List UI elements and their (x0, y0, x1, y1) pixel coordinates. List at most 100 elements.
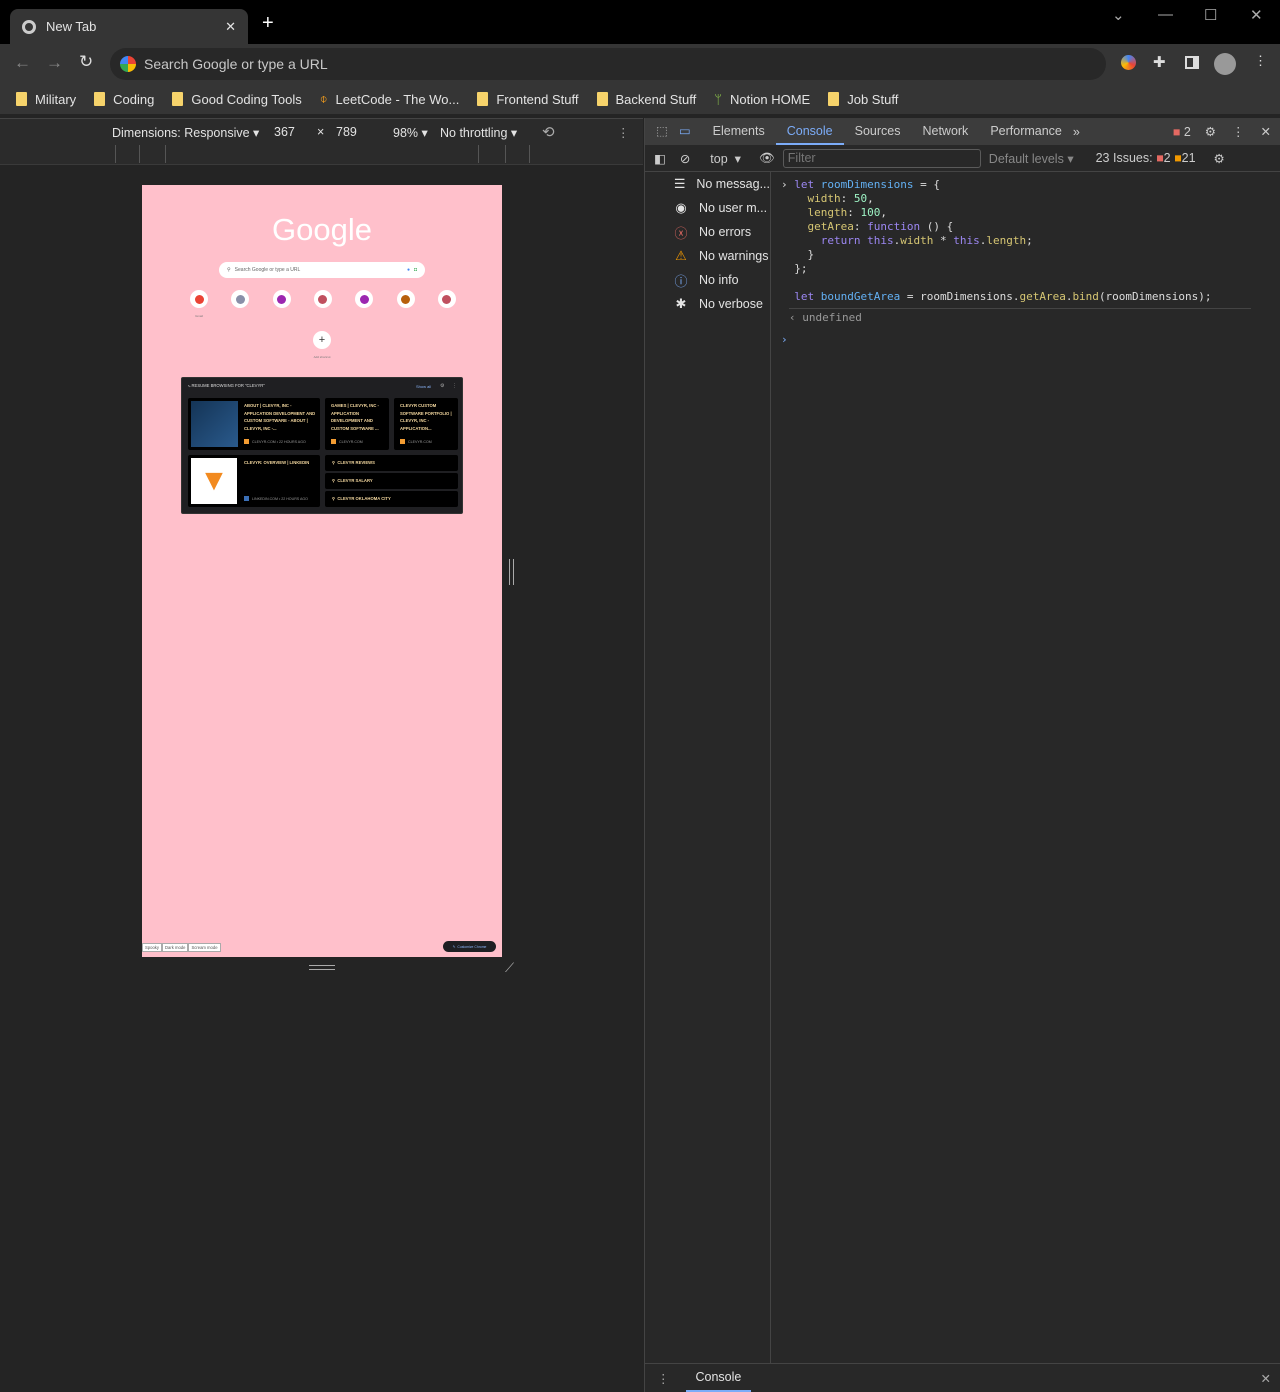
sidebar-toggle-icon[interactable]: ◧ (654, 151, 666, 166)
bookmark-label: Frontend Stuff (496, 91, 579, 107)
shortcut-label (428, 314, 466, 318)
resize-handle-right[interactable] (509, 559, 514, 585)
folder-icon (172, 92, 184, 106)
settings-icon[interactable]: ⚙ (440, 383, 444, 389)
kebab-menu-icon[interactable]: ⋮ (1232, 124, 1245, 139)
plus-icon: + (313, 331, 331, 349)
close-devtools-icon[interactable]: ✕ (1261, 124, 1271, 139)
drawer-tab-console[interactable]: Console (685, 1364, 752, 1392)
shortcut-tile[interactable] (345, 290, 383, 318)
omnibox[interactable]: Search Google or type a URL (110, 48, 1106, 80)
rotate-icon[interactable]: ⟲ (542, 123, 555, 141)
shortcut-tile[interactable] (221, 290, 259, 318)
settings-icon[interactable]: ⚙ (1205, 124, 1216, 139)
zoom-select[interactable]: 98% ▾ (393, 125, 428, 140)
dark-mode-button[interactable]: Dark mode (161, 943, 189, 952)
history-item[interactable]: ▼ CLEVYR: OVERVIEW | LINKEDIN LINKEDIN.C… (188, 455, 320, 507)
shortcut-tile[interactable] (304, 290, 342, 318)
reload-icon[interactable]: ↻ (79, 52, 93, 72)
resize-handle-corner[interactable]: ⟋ (505, 960, 514, 976)
clear-console-icon[interactable]: ⊘ (680, 151, 690, 166)
shortcut-tile[interactable] (263, 290, 301, 318)
footer-buttons: Spooky Dark mode Scream mode (142, 943, 221, 952)
sidebar-messages[interactable]: ☰ No messag... (645, 172, 770, 196)
issues-button[interactable]: 23 Issues: ■2 ■21 (1096, 151, 1196, 165)
more-tabs-icon[interactable]: » (1073, 125, 1080, 139)
search-suggestion[interactable]: ⚲ CLEVYR SALARY (325, 473, 458, 489)
clevyr-favicon (400, 439, 405, 444)
device-toggle-icon[interactable]: ▭ (679, 118, 702, 145)
sidebar-user-messages[interactable]: ◉ No user m... (645, 196, 770, 220)
bookmark-military[interactable]: Military (16, 92, 76, 107)
history-item[interactable]: CLEVYR CUSTOM SOFTWARE PORTFOLIO | CLEVY… (394, 398, 458, 450)
tab-network[interactable]: Network (911, 118, 979, 145)
live-expression-icon[interactable]: 👁 (759, 151, 775, 166)
lens-icon[interactable]: ◘ (414, 267, 417, 273)
close-window-button[interactable]: ✕ (1250, 6, 1263, 24)
scream-mode-button[interactable]: Scream mode (188, 943, 221, 952)
drawer-menu-icon[interactable]: ⋮ (657, 1371, 670, 1386)
tab-new-tab[interactable]: New Tab ✕ (10, 9, 248, 44)
avatar[interactable] (1214, 53, 1236, 75)
folder-icon (94, 92, 106, 106)
sidebar-verbose[interactable]: ✱ No verbose (645, 292, 770, 316)
width-input[interactable]: 367 (274, 125, 295, 139)
new-tab-button[interactable]: + (262, 12, 274, 35)
filter-input[interactable] (782, 148, 981, 168)
spooky-button[interactable]: Spooky (142, 943, 162, 952)
minimize-button[interactable]: — (1158, 6, 1173, 23)
show-all-link[interactable]: Show all (416, 384, 431, 389)
more-options-icon[interactable]: ⋮ (617, 125, 630, 140)
tab-search-icon[interactable]: ⌄ (1112, 6, 1125, 24)
bookmark-job[interactable]: Job Stuff (828, 92, 898, 107)
bookmark-leetcode[interactable]: ⌽ LeetCode - The Wo... (320, 91, 460, 107)
customize-chrome-button[interactable]: ✎ Customize Chrome (443, 941, 496, 952)
puzzle-icon[interactable]: ✚ (1153, 53, 1166, 71)
console-prompt[interactable]: › (781, 333, 1251, 347)
sidebar-warnings[interactable]: ⚠ No warnings (645, 244, 770, 268)
media-query-ruler[interactable] (0, 145, 643, 165)
inspect-icon[interactable]: ⬚ (645, 118, 679, 145)
bookmark-notion[interactable]: ᛘ Notion HOME (714, 92, 810, 107)
tab-sources[interactable]: Sources (844, 118, 912, 145)
sidebar-errors[interactable]: ⓧ No errors (645, 220, 770, 244)
add-shortcut[interactable]: + Add shortcut (303, 331, 341, 359)
tab-elements[interactable]: Elements (702, 118, 776, 145)
sidebar-info[interactable]: ⓘ No info (645, 268, 770, 292)
console-settings-icon[interactable]: ⚙ (1214, 151, 1225, 166)
shortcut-tile[interactable]: Gmail (180, 290, 218, 318)
error-badge[interactable]: ■ 2 (1173, 125, 1191, 139)
close-tab-icon[interactable]: ✕ (225, 19, 236, 35)
search-input[interactable]: ⚲ Search Google or type a URL ● ◘ (219, 262, 425, 278)
bookmark-frontend[interactable]: Frontend Stuff (477, 91, 579, 107)
history-item[interactable]: ABOUT | CLEVYR, INC - APPLICATION DEVELO… (188, 398, 320, 450)
resize-handle-bottom[interactable] (309, 965, 335, 970)
maximize-button[interactable]: ☐ (1204, 6, 1217, 24)
search-suggestion[interactable]: ⚲ CLEVYR OKLAHOMA CITY (325, 491, 458, 507)
side-panel-icon[interactable] (1185, 56, 1199, 69)
back-icon[interactable]: ← (14, 53, 31, 73)
mic-icon[interactable]: ● (407, 267, 410, 273)
height-input[interactable]: 789 (336, 125, 357, 139)
context-select[interactable]: top ▾ (710, 151, 741, 166)
history-item[interactable]: GAMES | CLEVYR, INC - APPLICATION DEVELO… (325, 398, 389, 450)
tab-console[interactable]: Console (775, 118, 844, 145)
bookmark-good-coding-tools[interactable]: Good Coding Tools (172, 92, 302, 107)
throttling-select[interactable]: No throttling ▾ (440, 125, 517, 140)
tab-performance[interactable]: Performance (979, 118, 1073, 145)
close-drawer-icon[interactable]: ✕ (1261, 1371, 1271, 1386)
more-icon[interactable]: ⋮ (452, 383, 457, 389)
shortcut-label (304, 314, 342, 318)
log-levels-select[interactable]: Default levels ▾ (989, 151, 1074, 166)
extension-icon[interactable] (1121, 55, 1136, 70)
shortcut-tile[interactable] (387, 290, 425, 318)
forward-icon[interactable]: → (46, 53, 63, 73)
shortcut-tile[interactable] (428, 290, 466, 318)
error-icon: ⓧ (674, 225, 688, 241)
shortcut-icon (437, 290, 456, 308)
bookmark-coding[interactable]: Coding (94, 92, 154, 107)
bookmark-backend[interactable]: Backend Stuff (596, 92, 696, 107)
search-suggestion[interactable]: ⚲ CLEVYR REVIEWS (325, 455, 458, 471)
menu-icon[interactable]: ⋮ (1254, 53, 1267, 69)
dimensions-select[interactable]: Dimensions: Responsive ▾ (112, 125, 259, 140)
